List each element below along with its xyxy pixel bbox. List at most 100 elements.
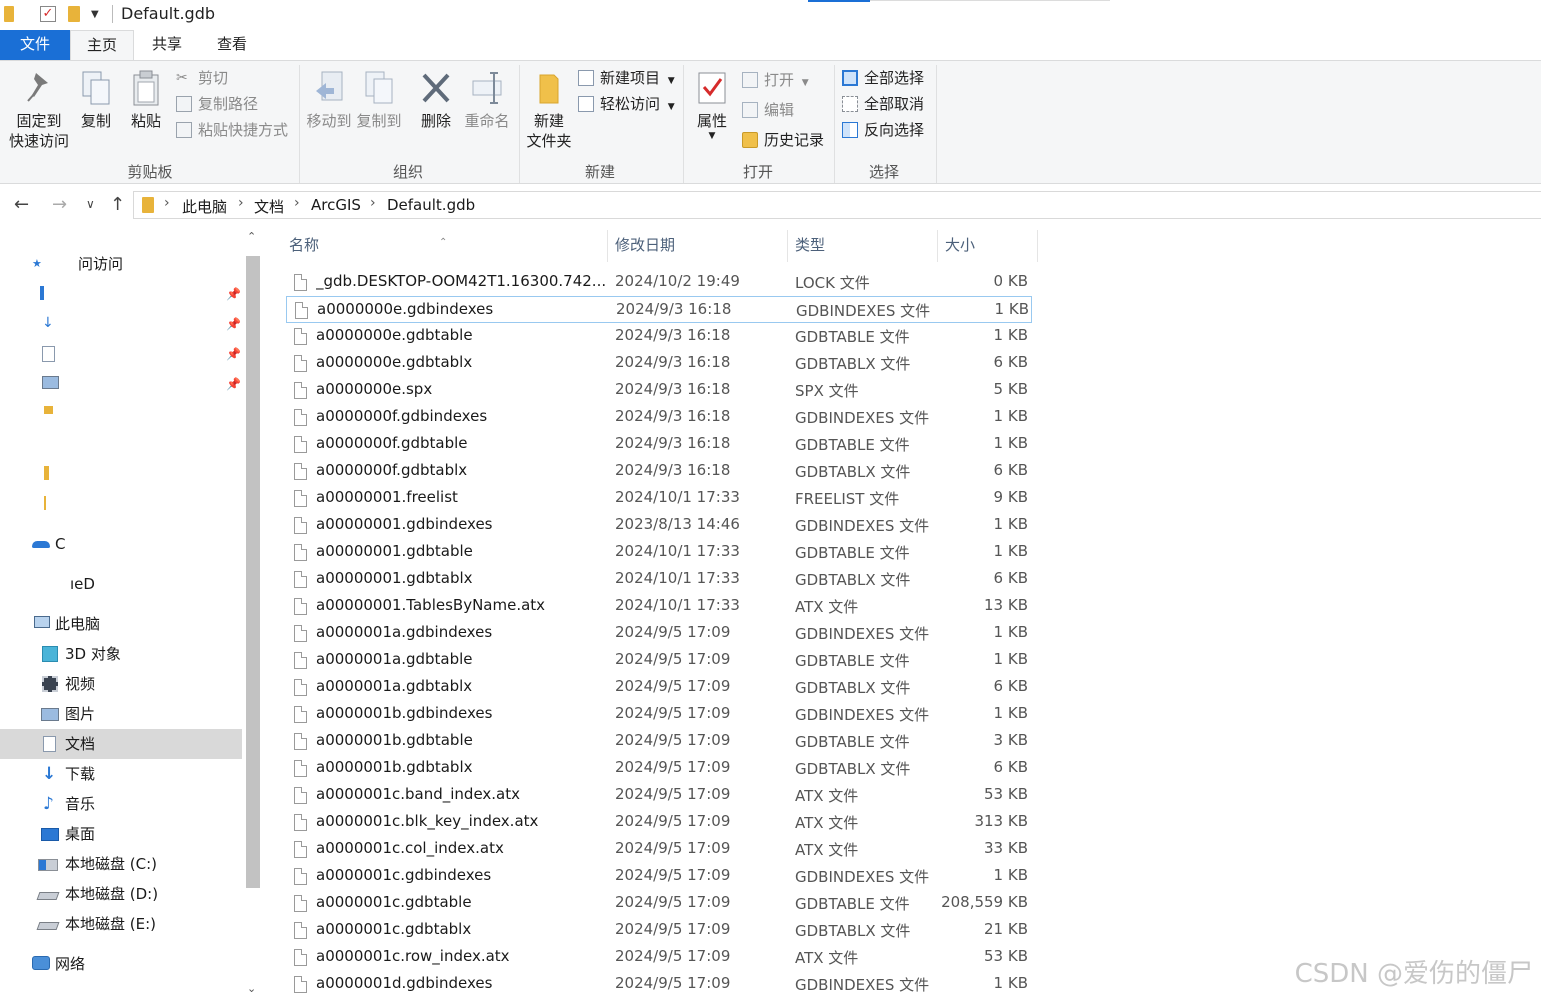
select-none-button[interactable]: 全部取消 bbox=[842, 93, 924, 115]
table-row[interactable]: a0000001c.gdbtable 2024/9/5 17:09 GDBTABLE… bbox=[286, 890, 1032, 917]
table-row[interactable]: a0000001d.gdbindexes 2024/9/5 17:09 GDBIND… bbox=[286, 971, 1032, 998]
table-row[interactable]: a0000001c.band_index.atx 2024/9/5 17:09 AT… bbox=[286, 782, 1032, 809]
sidebar-item-drive-d[interactable]: 本地磁盘 (D:) bbox=[0, 879, 242, 909]
tab-file[interactable]: 文件 bbox=[0, 30, 70, 60]
easy-access-button[interactable]: 轻松访问 ▼ bbox=[578, 93, 675, 115]
sidebar-item-pinned[interactable]: 📌 bbox=[0, 369, 242, 399]
table-row[interactable]: a0000001c.col_index.atx 2024/9/5 17:09 ATX… bbox=[286, 836, 1032, 863]
pin-icon[interactable]: 📌 bbox=[226, 339, 241, 369]
sidebar-item-downloads[interactable]: ↓ 下载 bbox=[0, 759, 242, 789]
up-arrow-icon[interactable]: ↑ bbox=[110, 194, 125, 215]
sidebar-item-pinned[interactable]: 📌 bbox=[0, 339, 242, 369]
column-divider[interactable] bbox=[1037, 230, 1038, 262]
back-arrow-icon[interactable]: ← bbox=[14, 194, 29, 215]
table-row[interactable]: a0000000f.gdbtablx 2024/9/3 16:18 GDBTABLX… bbox=[286, 458, 1032, 485]
sidebar-item-this-pc[interactable]: 此电脑 bbox=[0, 609, 242, 639]
scrollbar-thumb[interactable] bbox=[246, 256, 260, 888]
breadcrumb-documents[interactable]: 文档 bbox=[254, 196, 284, 217]
tab-home[interactable]: 主页 bbox=[70, 30, 134, 61]
breadcrumb-this-pc[interactable]: 此电脑 bbox=[182, 196, 227, 217]
scroll-up-icon[interactable]: ⌃ bbox=[247, 230, 256, 243]
table-row[interactable]: a00000001.freelist 2024/10/1 17:33 FREELIS… bbox=[286, 485, 1032, 512]
sidebar-item-3d-objects[interactable]: 3D 对象 bbox=[0, 639, 242, 669]
copy-button[interactable]: 复制 bbox=[76, 69, 116, 131]
pin-icon[interactable]: 📌 bbox=[226, 309, 241, 339]
column-header-name[interactable]: 名称 ⌃ bbox=[289, 226, 607, 264]
sidebar-item-network[interactable]: 网络 bbox=[0, 949, 242, 979]
table-row[interactable]: a0000001a.gdbindexes 2024/9/5 17:09 GDBIND… bbox=[286, 620, 1032, 647]
table-row[interactable]: a00000001.gdbtable 2024/10/1 17:33 GDBTABL… bbox=[286, 539, 1032, 566]
sidebar-item-folder[interactable] bbox=[0, 399, 242, 429]
table-row[interactable]: a0000001a.gdbtable 2024/9/5 17:09 GDBTABLE… bbox=[286, 647, 1032, 674]
breadcrumb-separator-icon[interactable]: › bbox=[370, 195, 376, 211]
table-row[interactable]: a0000000e.gdbindexes 2024/9/3 16:18 GDBIND… bbox=[286, 296, 1032, 323]
paste-shortcut-button[interactable]: 粘贴快捷方式 bbox=[176, 119, 288, 141]
table-row[interactable]: a0000001c.row_index.atx 2024/9/5 17:09 ATX… bbox=[286, 944, 1032, 971]
tab-share[interactable]: 共享 bbox=[140, 30, 194, 60]
table-row[interactable]: a0000000e.gdbtable 2024/9/3 16:18 GDBTABLE… bbox=[286, 323, 1032, 350]
table-row[interactable]: a0000000e.spx 2024/9/3 16:18 SPX 文件 5 KB bbox=[286, 377, 1032, 404]
breadcrumb-separator-icon[interactable]: › bbox=[294, 195, 300, 211]
new-item-button[interactable]: 新建项目 ▼ bbox=[578, 67, 675, 89]
copy-path-button[interactable]: 复制路径 bbox=[176, 93, 258, 115]
scroll-down-icon[interactable]: ⌄ bbox=[247, 982, 256, 995]
paste-button[interactable]: 粘贴 bbox=[126, 69, 166, 131]
breadcrumb-current-folder[interactable]: Default.gdb bbox=[387, 196, 475, 214]
address-bar[interactable]: › 此电脑 › 文档 › ArcGIS › Default.gdb bbox=[133, 191, 1541, 219]
column-divider[interactable] bbox=[787, 230, 788, 262]
history-button[interactable]: 历史记录 bbox=[742, 129, 824, 151]
pin-to-quick-access-button[interactable]: 固定到 快速访问 bbox=[6, 69, 72, 151]
pin-icon[interactable]: 📌 bbox=[226, 279, 241, 309]
recent-locations-chevron-icon[interactable]: ∨ bbox=[86, 197, 95, 211]
new-folder-quick-icon[interactable] bbox=[68, 6, 80, 22]
sidebar-item-pictures[interactable]: 图片 bbox=[0, 699, 242, 729]
edit-button[interactable]: 编辑 bbox=[742, 99, 794, 121]
customize-quick-access-dropdown-icon[interactable]: ▼ bbox=[91, 9, 99, 20]
sidebar-item-pinned[interactable]: ↓ 📌 bbox=[0, 309, 242, 339]
properties-button[interactable]: 属性 ▼ bbox=[690, 69, 734, 141]
table-row[interactable]: a0000001a.gdbtablx 2024/9/5 17:09 GDBTABLX… bbox=[286, 674, 1032, 701]
sidebar-item-drive-c[interactable]: 本地磁盘 (C:) bbox=[0, 849, 242, 879]
delete-button[interactable]: 删除 bbox=[416, 69, 456, 131]
sidebar-item-music[interactable]: ♪ 音乐 bbox=[0, 789, 242, 819]
sidebar-item-pinned[interactable]: 📌 bbox=[0, 279, 242, 309]
cut-button[interactable]: ✂ 剪切 bbox=[176, 67, 228, 89]
table-row[interactable]: _gdb.DESKTOP-OOM42T1.16300.742... 2024/10… bbox=[286, 269, 1032, 296]
tab-view[interactable]: 查看 bbox=[204, 30, 260, 60]
table-row[interactable]: a0000000e.gdbtablx 2024/9/3 16:18 GDBTABLX… bbox=[286, 350, 1032, 377]
new-folder-button[interactable]: 新建 文件夹 bbox=[524, 69, 574, 151]
open-button[interactable]: 打开 ▼ bbox=[742, 69, 809, 91]
breadcrumb-separator-icon[interactable]: › bbox=[238, 195, 244, 211]
sidebar-scrollbar[interactable]: ⌃ ⌄ bbox=[243, 226, 263, 998]
table-row[interactable]: a0000001b.gdbindexes 2024/9/5 17:09 GDBIND… bbox=[286, 701, 1032, 728]
table-row[interactable]: a0000001b.gdbtable 2024/9/5 17:09 GDBTABLE… bbox=[286, 728, 1032, 755]
sidebar-item-onedrive[interactable]: ıeD bbox=[0, 569, 242, 599]
rename-button[interactable]: 重命名 bbox=[462, 69, 512, 131]
copy-to-button[interactable]: 复制到 bbox=[354, 69, 404, 131]
column-header-type[interactable]: 类型 bbox=[795, 226, 935, 264]
table-row[interactable]: a0000001b.gdbtablx 2024/9/5 17:09 GDBTABLX… bbox=[286, 755, 1032, 782]
table-row[interactable]: a00000001.gdbindexes 2023/8/13 14:46 GDBIN… bbox=[286, 512, 1032, 539]
sidebar-item-videos[interactable]: 视频 bbox=[0, 669, 242, 699]
move-to-button[interactable]: 移动到 bbox=[304, 69, 354, 131]
table-row[interactable]: a00000001.gdbtablx 2024/10/1 17:33 GDBTABL… bbox=[286, 566, 1032, 593]
select-all-button[interactable]: 全部选择 bbox=[842, 67, 924, 89]
sidebar-item-onedrive[interactable]: C bbox=[0, 529, 242, 559]
table-row[interactable]: a0000001c.gdbindexes 2024/9/5 17:09 GDBIND… bbox=[286, 863, 1032, 890]
sidebar-item-documents[interactable]: 文档 bbox=[0, 729, 242, 759]
sidebar-item-quick-access[interactable]: ★ 问访问 bbox=[0, 249, 242, 279]
pin-icon[interactable]: 📌 bbox=[226, 369, 241, 399]
forward-arrow-icon[interactable]: → bbox=[52, 194, 67, 215]
breadcrumb-separator-icon[interactable]: › bbox=[164, 195, 170, 211]
column-header-date[interactable]: 修改日期 bbox=[615, 226, 785, 264]
column-divider[interactable] bbox=[607, 230, 608, 262]
sidebar-item-drive-e[interactable]: 本地磁盘 (E:) bbox=[0, 909, 242, 939]
sidebar-item-folder[interactable] bbox=[0, 459, 242, 489]
column-header-size[interactable]: 大小 bbox=[945, 226, 1035, 264]
column-divider[interactable] bbox=[937, 230, 938, 262]
table-row[interactable]: a0000000f.gdbindexes 2024/9/3 16:18 GDBIND… bbox=[286, 404, 1032, 431]
invert-selection-button[interactable]: 反向选择 bbox=[842, 119, 924, 141]
sidebar-item-folder[interactable] bbox=[0, 489, 242, 519]
sidebar-item-desktop[interactable]: 桌面 bbox=[0, 819, 242, 849]
table-row[interactable]: a0000000f.gdbtable 2024/9/3 16:18 GDBTABLE… bbox=[286, 431, 1032, 458]
